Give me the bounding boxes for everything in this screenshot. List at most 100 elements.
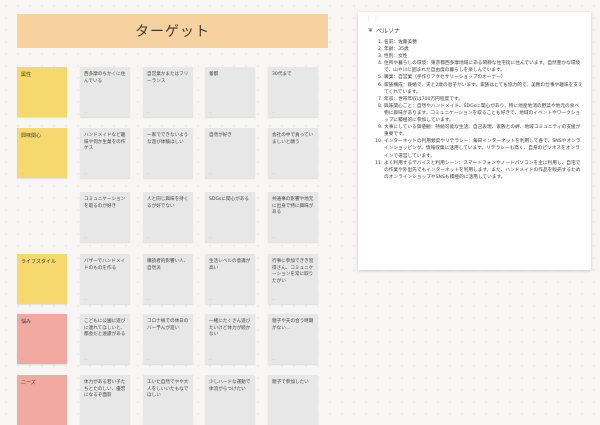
note-text: 一家でできないような遊び体験ほしい — [147, 133, 189, 145]
sticky-note[interactable]: ハンドメイドなど趣味や何か生業をの作ゲス ... — [80, 128, 130, 178]
note-meta: ... — [209, 110, 212, 114]
category-note-lifestyle[interactable]: ライフスタイル ... — [17, 254, 67, 304]
drag-handle-icon[interactable]: ⋮⋮ — [366, 15, 380, 22]
leaf-icon: ❦ — [368, 27, 374, 34]
target-title-banner[interactable]: ターゲット — [17, 14, 328, 48]
note-meta: ... — [147, 235, 150, 239]
persona-card[interactable]: ⋮⋮ ❦ ペルソナ 名前：佐藤美穂 年齢：35歳 性別：女性 住所や暮らしの環境… — [358, 12, 591, 270]
note-text: 着都 — [209, 72, 219, 77]
persona-item: 性別：女性 — [384, 53, 583, 60]
note-text: 共通事の影響や地元に出身で特に興味がある — [272, 197, 314, 216]
sticky-note[interactable]: コミュニケーションを取るのが好き ... — [80, 192, 130, 242]
note-meta: ... — [272, 297, 275, 301]
sticky-note[interactable]: 親子や夫の合う時期がない... ... — [268, 314, 318, 364]
category-label: 悩み — [21, 319, 32, 325]
persona-item: 職業：自営業（手作りアクセサリーショップのオーナー） — [384, 74, 583, 81]
sticky-note[interactable]: 体力がある若い子たちとたのしい、優宏になるぞ面影 — [80, 375, 130, 425]
note-meta: ... — [147, 357, 150, 361]
note-text: ハンドメイドなど趣味や何か生業をの作ゲス — [84, 133, 126, 152]
persona-item: インターネットの利用頻度やリテラシー：毎日インターネットを利用して各で、SNSや… — [384, 138, 583, 159]
persona-item: よく利用するデバイスと利用シーン：スマートフォンやノートパソコンを主に利用し、自… — [384, 160, 583, 181]
sticky-note[interactable]: 親子で参加したい — [268, 375, 318, 425]
note-meta: ... — [147, 171, 150, 175]
note-meta: ... — [272, 357, 275, 361]
persona-item: 家族構成：既婚で、夫と2歳の息子がいます。家族はとても協力的で、美穂の仕事や趣味… — [384, 82, 583, 96]
note-meta: ... — [272, 235, 275, 239]
note-text: こどもに公園に遊びに連れてほしいと、都会だと遠慮がある — [84, 319, 126, 338]
note-meta: ... — [209, 235, 212, 239]
persona-list: 名前：佐藤美穂 年齢：35歳 性別：女性 住所や暮らしの環境：東京都西多摩地域に… — [368, 39, 583, 181]
sticky-note[interactable]: 購読者的影響い人、自然派 ... — [143, 254, 193, 304]
note-meta: ... — [84, 297, 87, 301]
note-meta: ... — [147, 110, 150, 114]
note-text: 購読者的影響い人、自然派 — [147, 259, 189, 271]
sticky-note[interactable]: 共通事の影響や地元に出身で特に興味がある ... — [268, 192, 318, 242]
category-note-worries[interactable]: 悩み ... — [17, 314, 67, 364]
sticky-note[interactable]: コロナ禍での休日のバー予んが遊い ... — [143, 314, 193, 364]
persona-item: 興味関心ごと：自然やハンドメイド、SDGsに関心があり、特に地産地消の野菜や地元… — [384, 103, 583, 124]
sticky-note[interactable]: 会社の中で貢っていましいと願う ... — [268, 128, 318, 178]
note-text: 生活レベルの意識が高い — [209, 259, 251, 271]
persona-item: 名前：佐藤美穂 — [384, 39, 583, 46]
note-meta: ... — [21, 110, 24, 114]
sticky-note[interactable]: 行事に参加できき習得さん、コミュニケーションを常に取りたがい ... — [268, 254, 318, 304]
note-meta: ... — [21, 297, 24, 301]
sticky-note[interactable]: 人と同じ興味を持くるが好でない ... — [143, 192, 193, 242]
sticky-note[interactable]: 一家でできないような遊び体験ほしい ... — [143, 128, 193, 178]
category-label: 属性 — [21, 72, 32, 78]
note-meta: ... — [84, 171, 87, 175]
note-meta: ... — [209, 357, 212, 361]
note-meta: ... — [21, 357, 24, 361]
note-text: 一緒にたくさん遊びたいけど体力が続かない — [209, 319, 251, 338]
sticky-note[interactable]: 少しハードな運動で体流がらつけたい — [205, 375, 255, 425]
note-meta: ... — [209, 171, 212, 175]
sticky-note[interactable]: 工いた自然でやや大人をしいいたもなでほしい — [143, 375, 193, 425]
persona-item: 大事にしている価値観：持続可能な生活、自己表現、家族との絆、地域コミュニティの支… — [384, 124, 583, 138]
note-text: 工いた自然でやや大人をしいいたもなでほしい — [147, 380, 189, 399]
note-text: 30代まで — [272, 72, 292, 77]
note-text: 自営業かまたはフリーランス — [147, 72, 189, 84]
note-meta: ... — [84, 357, 87, 361]
note-meta: ... — [84, 110, 87, 114]
note-meta: ... — [21, 171, 24, 175]
note-meta: ... — [209, 297, 212, 301]
note-text: 少しハードな運動で体流がらつけたい — [209, 380, 251, 392]
sticky-note[interactable]: 自営業かまたはフリーランス ... — [143, 67, 193, 117]
sticky-note[interactable]: バザーでハンドメイドのものを作る ... — [80, 254, 130, 304]
category-label: 興味関心 — [21, 133, 42, 139]
sticky-note[interactable]: 着都 ... — [205, 67, 255, 117]
note-text: 会社の中で貢っていましいと願う — [272, 133, 314, 145]
sticky-note[interactable]: 自然が好き ... — [205, 128, 255, 178]
sticky-note[interactable]: 一緒にたくさん遊びたいけど体力が続かない ... — [205, 314, 255, 364]
sticky-note[interactable]: SDGsに関心がある ... — [205, 192, 255, 242]
persona-item: 年収：世帯年収は700万円程度です。 — [384, 96, 583, 103]
note-meta: ... — [84, 235, 87, 239]
persona-item: 住所や暮らしの環境：東京都西多摩地域にある閑静な住宅街に住んでいます。自然豊かな… — [384, 60, 583, 74]
persona-item: 年齢：35歳 — [384, 46, 583, 53]
note-text: 親子で参加したい — [272, 380, 309, 385]
sticky-note[interactable]: こどもに公園に遊びに連れてほしいと、都会だと遠慮がある ... — [80, 314, 130, 364]
note-text: コロナ禍での休日のバー予んが遊い — [147, 319, 189, 331]
category-label: ライフスタイル — [21, 259, 57, 265]
sticky-note[interactable]: 生活レベルの意識が高い ... — [205, 254, 255, 304]
note-meta: ... — [272, 171, 275, 175]
category-note-interests[interactable]: 興味関心 ... — [17, 128, 67, 178]
category-label: ニーズ — [21, 380, 36, 386]
note-text: 行事に参加できき習得さん、コミュニケーションを常に取りたがい — [272, 259, 314, 284]
target-title-text: ターゲット — [135, 24, 210, 40]
note-text: SDGsに関心がある — [209, 197, 249, 202]
category-note-needs[interactable]: ニーズ — [17, 375, 67, 425]
note-text: 自然が好き — [209, 133, 232, 138]
persona-header: ❦ ペルソナ — [368, 26, 583, 35]
note-text: 西多摩のちかくに住んでいる — [84, 72, 126, 84]
note-text: 親子や夫の合う時期がない... — [272, 319, 314, 331]
note-meta: ... — [147, 297, 150, 301]
sticky-note[interactable]: 西多摩のちかくに住んでいる ... — [80, 67, 130, 117]
note-text: 体力がある若い子たちとたのしい、優宏になるぞ面影 — [84, 380, 126, 399]
note-text: バザーでハンドメイドのものを作る — [84, 259, 126, 271]
note-text: 人と同じ興味を持くるが好でない — [147, 197, 189, 209]
category-note-attributes[interactable]: 属性 ... — [17, 67, 67, 117]
note-meta: ... — [272, 110, 275, 114]
note-text: コミュニケーションを取るのが好き — [84, 197, 126, 209]
sticky-note[interactable]: 30代まで ... — [268, 67, 318, 117]
